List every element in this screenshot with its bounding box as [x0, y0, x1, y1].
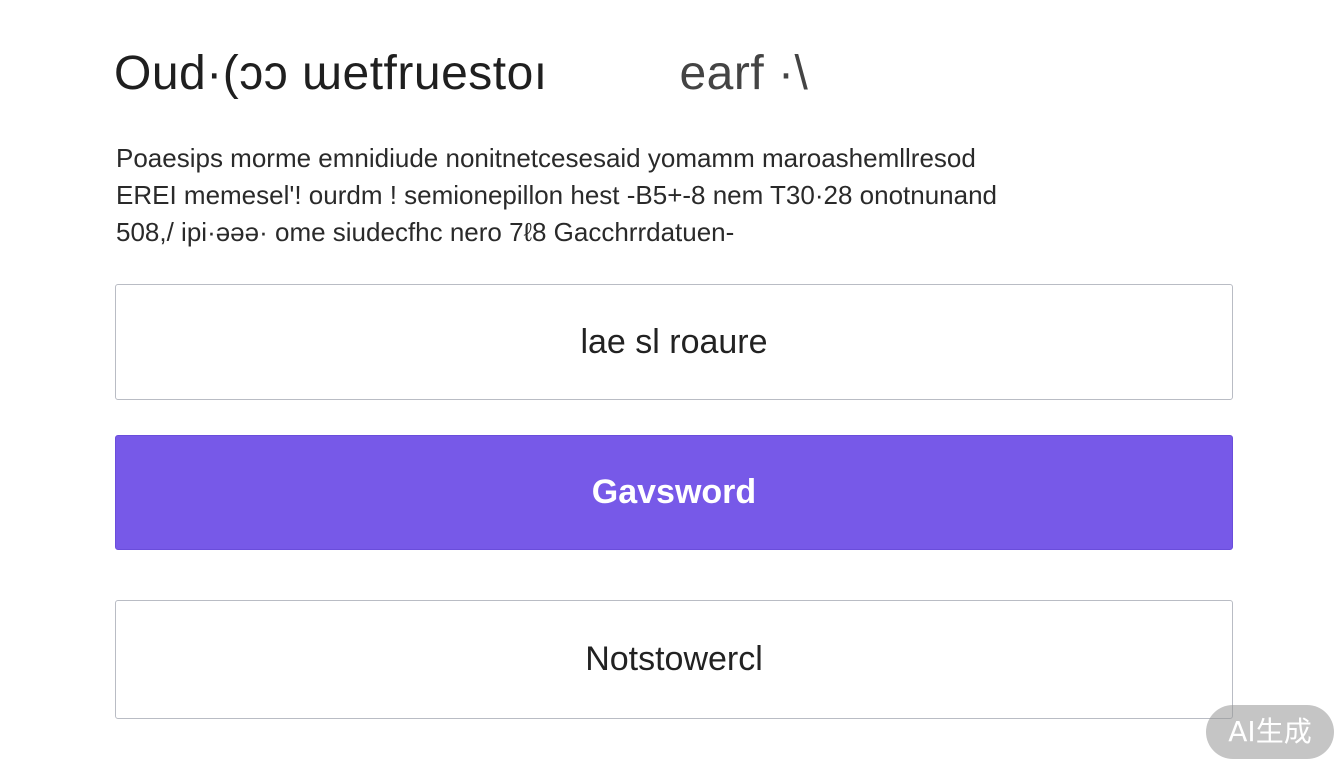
page-title-tail: earf ·\	[679, 47, 809, 100]
description-line-3: 508,/ ipi·ǝǝǝ· ome siudecfhc nero 7ℓ8 Ga…	[116, 217, 735, 247]
not-password-button[interactable]: Notstowercl	[115, 600, 1233, 719]
password-button-label: Gavsword	[591, 473, 757, 511]
description-line-2: EREI memesel'! ourdm ! semionepillon hes…	[116, 180, 998, 210]
secondary-option-button[interactable]: lae sl roaure	[115, 284, 1233, 400]
login-page: Oud·(ɔɔ ɯetfruestoı earf ·\ Poaesips mor…	[0, 0, 1344, 768]
page-description: Poaesips morme emnidiude nonitnetcesesai…	[116, 140, 1146, 251]
page-title: Oud·(ɔɔ ɯetfruestoı earf ·\	[114, 44, 1114, 104]
secondary-option-button-label: lae sl roaure	[580, 322, 768, 361]
password-button[interactable]: Gavsword	[115, 435, 1233, 550]
not-password-button-label: Notstowercl	[585, 640, 763, 678]
description-line-1: Poaesips morme emnidiude nonitnetcesesai…	[116, 143, 976, 173]
page-title-main: Oud·(ɔɔ ɯetfruestoı	[114, 47, 548, 100]
ai-generated-badge: AI生成	[1206, 705, 1334, 759]
